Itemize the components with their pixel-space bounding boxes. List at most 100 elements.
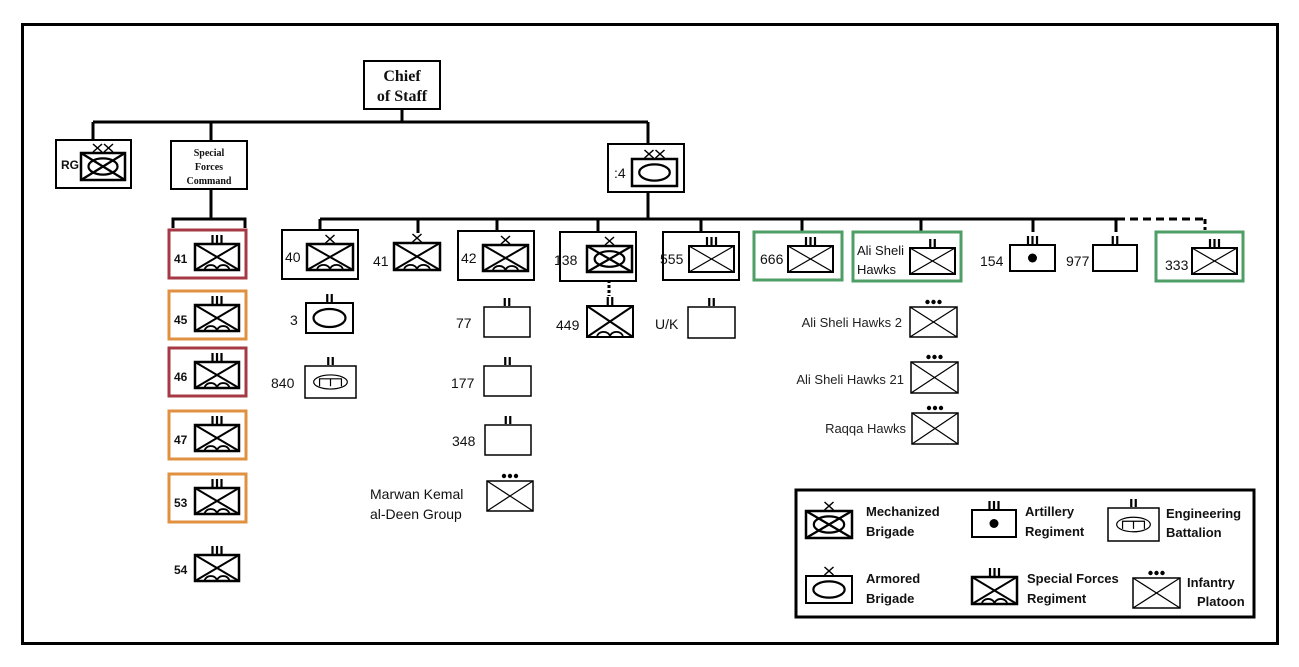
special-forces-symbol [392,233,442,272]
unit-label: 666 [760,251,784,267]
unit-label: 177 [451,375,475,391]
legend: Mechanized Brigade Artillery Regiment En… [794,488,1256,619]
unit-label: 348 [452,433,476,449]
echelon-dot [926,354,931,360]
unit-label: 977 [1066,253,1090,269]
echelon-dot [937,299,942,305]
brigade-138[interactable]: 138 [554,231,637,282]
sfc-title-line1: Special [194,148,225,159]
echelon-dot [925,299,930,305]
unit-label: 3 [290,312,298,328]
unit-label: 54 [174,563,188,577]
battalion-unknown[interactable]: U/K [655,298,736,339]
sfc-regiment-45[interactable]: 45 [167,289,248,341]
battalion-449[interactable]: 449 [556,297,634,338]
legend-label-line1: Special Forces [1027,571,1119,586]
echelon-dot [507,473,513,479]
infantry-symbol [486,473,534,512]
battalion-ali-sheli-hawks[interactable]: Ali Sheli Hawks [851,230,963,283]
legend-label-line1: Armored [866,571,920,586]
battalion-3[interactable]: 3 [290,294,354,334]
unit-label: 555 [660,251,684,267]
sfc-title-line2: Forces [195,162,223,173]
echelon-dot [932,405,938,411]
echelon-dot [938,354,943,360]
symbol-frame [483,365,532,397]
legend-label-line1: Infantry [1187,575,1235,590]
unit-label: 47 [174,433,188,447]
echelon-dot [938,405,944,411]
echelon-dot [1148,570,1153,576]
unit-label-line2: Hawks [857,262,897,277]
sfc-regiment-46[interactable]: 46 [167,346,248,398]
battalion-77[interactable]: 77 [456,298,531,338]
regiment-666[interactable]: 666 [752,230,844,282]
infantry-symbol [909,299,958,338]
unit-label: 138 [554,252,578,268]
legend-label-line1: Engineering [1166,506,1241,521]
hq-title-line1: Chief [383,68,421,85]
legend-label-line1: Mechanized [866,504,940,519]
brigade-41[interactable]: 41 [373,233,442,272]
echelon-dot [513,473,519,479]
unit-label: U/K [655,316,679,332]
chief-of-staff-node[interactable]: Chief of Staff [363,60,441,110]
infantry-symbol [910,354,959,394]
battalion-177[interactable]: 177 [451,357,532,397]
unit-label: 77 [456,315,472,331]
sfc-regiment-41[interactable]: 41 [167,228,248,280]
brigade-42[interactable]: 42 [457,230,535,281]
special-forces-symbol [586,297,634,338]
legend-label-line2: Battalion [1166,525,1222,540]
brigade-40[interactable]: 40 [281,229,359,280]
unit-label: 42 [461,250,477,266]
division-4-node[interactable]: :4 [607,143,685,193]
sfc-regiment-47[interactable]: 47 [167,409,248,461]
battalion-840[interactable]: 840 [271,357,357,399]
unit-label: 46 [174,370,188,384]
hq-title-line2: of Staff [377,88,428,105]
artillery-dot [989,519,999,528]
special-forces-command-node[interactable]: Special Forces Command [170,140,248,190]
platoon-ali-sheli-hawks-21[interactable]: Ali Sheli Hawks 21 [796,354,959,394]
unit-label: 41 [174,252,188,266]
symbol-frame [687,306,736,339]
unit-label-line1: Ali Sheli [857,243,904,258]
special-forces-symbol [193,546,241,583]
unit-label-line2: al-Deen Group [370,506,462,522]
infantry-symbol [911,405,959,445]
unit-label: 840 [271,375,295,391]
unit-label: Ali Sheli Hawks 21 [796,372,904,387]
artillery-dot [1028,253,1037,263]
unit-label: Ali Sheli Hawks 2 [802,315,902,330]
platoon-ali-sheli-hawks-2[interactable]: Ali Sheli Hawks 2 [802,299,958,338]
echelon-dot [1154,570,1159,576]
echelon-dot [1160,570,1165,576]
unit-label: 449 [556,317,580,333]
legend-label-line2: Brigade [866,591,914,606]
unit-label: 40 [285,249,301,265]
battalion-977[interactable]: 977 [1066,236,1138,272]
unit-label: Raqqa Hawks [825,421,906,436]
armored-symbol [305,294,354,334]
sfc-regiment-54[interactable]: 54 [174,546,241,583]
unit-label-line1: Marwan Kemal [370,486,463,502]
empty-unit-symbol [687,298,736,339]
platoon-marwan-kemal[interactable]: Marwan Kemal al-Deen Group [370,473,534,522]
sfc-title-line3: Command [186,176,231,187]
sfc-regiment-53[interactable]: 53 [167,472,248,524]
unit-label: 53 [174,496,188,510]
rg-node[interactable]: RG [55,139,132,189]
div4-label: :4 [614,165,626,181]
unit-label: 333 [1165,257,1189,273]
rg-label: RG [61,158,79,172]
artillery-symbol [1009,236,1056,272]
empty-unit-symbol [484,416,532,456]
symbol-frame [483,306,531,338]
regiment-154[interactable]: 154 [980,236,1056,272]
unit-label: 45 [174,313,188,327]
regiment-333[interactable]: 333 [1154,230,1245,283]
regiment-555[interactable]: 555 [660,231,740,281]
battalion-348[interactable]: 348 [452,416,532,456]
platoon-raqqa-hawks[interactable]: Raqqa Hawks [825,405,959,445]
